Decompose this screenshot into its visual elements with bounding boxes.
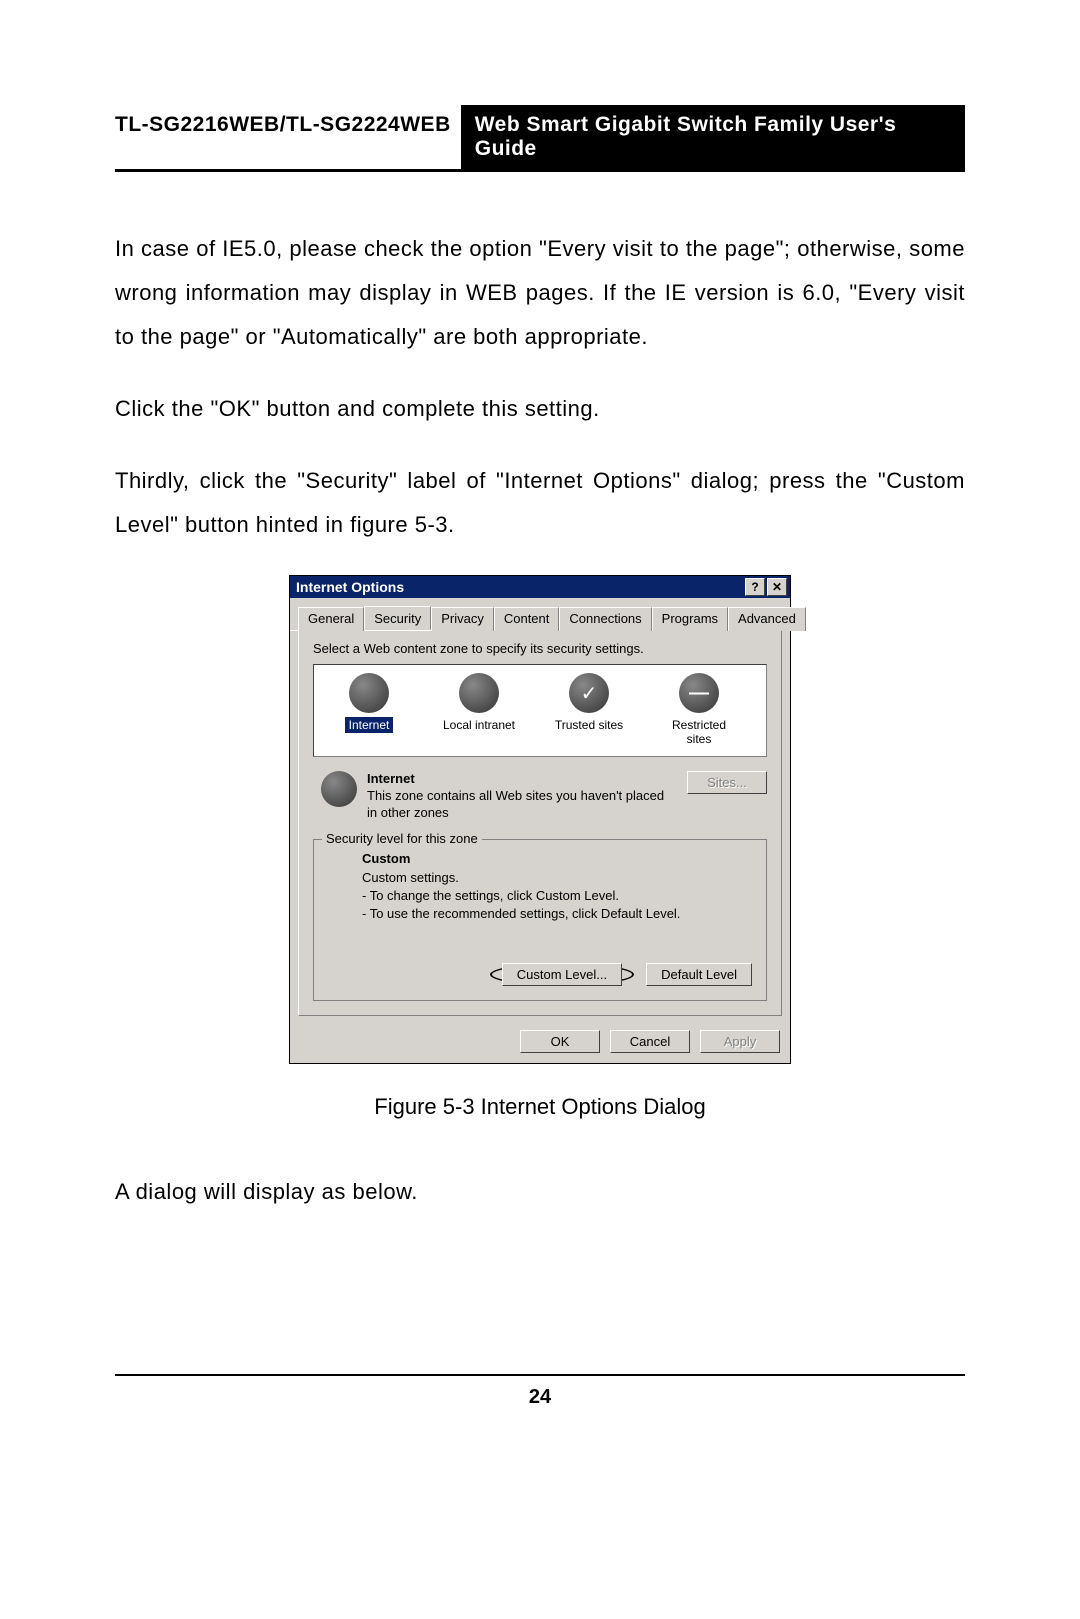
page-number: 24 [115, 1386, 965, 1409]
custom-level-button[interactable]: Custom Level... [502, 963, 622, 986]
zone-trusted-label: Trusted sites [551, 717, 627, 733]
ok-button[interactable]: OK [520, 1030, 600, 1053]
level-button-row: Custom Level... Default Level [328, 963, 752, 986]
tab-security[interactable]: Security [364, 606, 431, 630]
zone-internet[interactable]: Internet [324, 673, 414, 748]
close-button[interactable]: ✕ [767, 578, 787, 596]
minus-icon [679, 673, 719, 713]
apply-button[interactable]: Apply [700, 1030, 780, 1053]
tab-advanced[interactable]: Advanced [728, 607, 806, 631]
dialog-title: Internet Options [296, 579, 404, 595]
tab-privacy[interactable]: Privacy [431, 607, 494, 631]
custom-level-highlight: Custom Level... [490, 963, 634, 986]
zone-internet-label: Internet [345, 717, 394, 733]
zone-trusted-sites[interactable]: Trusted sites [544, 673, 634, 748]
page-header: TL-SG2216WEB/TL-SG2224WEB Web Smart Giga… [115, 105, 965, 172]
figure-caption: Figure 5-3 Internet Options Dialog [115, 1094, 965, 1120]
dialog-titlebar: Internet Options ? ✕ [290, 576, 790, 598]
footer-rule [115, 1374, 965, 1376]
globe-icon [459, 673, 499, 713]
sites-button[interactable]: Sites... [687, 771, 767, 794]
zone-local-intranet[interactable]: Local intranet [434, 673, 524, 748]
dialog-button-row: OK Cancel Apply [290, 1024, 790, 1063]
cancel-button[interactable]: Cancel [610, 1030, 690, 1053]
fieldset-legend: Security level for this zone [322, 831, 482, 846]
custom-settings-block: Custom Custom settings. - To change the … [362, 850, 752, 923]
zone-restricted-sites[interactable]: Restricted sites [654, 673, 744, 748]
header-title: Web Smart Gigabit Switch Family User's G… [461, 105, 965, 169]
zone-restricted-label: Restricted sites [654, 717, 744, 748]
paragraph-1: In case of IE5.0, please check the optio… [115, 227, 965, 359]
custom-title: Custom [362, 851, 410, 866]
figure-wrapper: Internet Options ? ✕ General Security Pr… [115, 575, 965, 1064]
help-button[interactable]: ? [745, 578, 765, 596]
custom-subtitle: Custom settings. [362, 870, 459, 885]
tab-general[interactable]: General [298, 607, 364, 631]
security-panel: Select a Web content zone to specify its… [298, 631, 782, 1016]
zone-list: Internet Local intranet Trusted sites Re… [313, 664, 767, 757]
zone-description-row: Internet This zone contains all Web site… [313, 771, 767, 822]
sites-button-wrap: Sites... [687, 771, 767, 794]
internet-options-dialog: Internet Options ? ✕ General Security Pr… [289, 575, 791, 1064]
tab-strip: General Security Privacy Content Connect… [290, 598, 790, 631]
zone-description: Internet This zone contains all Web site… [367, 771, 677, 822]
security-level-fieldset: Security level for this zone Custom Cust… [313, 839, 767, 1001]
header-model: TL-SG2216WEB/TL-SG2224WEB [115, 105, 461, 169]
tab-content[interactable]: Content [494, 607, 560, 631]
zone-name: Internet [367, 771, 415, 786]
tab-programs[interactable]: Programs [652, 607, 728, 631]
custom-line-2: - To use the recommended settings, click… [362, 906, 680, 921]
globe-icon [349, 673, 389, 713]
globe-icon [321, 771, 357, 807]
document-page: TL-SG2216WEB/TL-SG2224WEB Web Smart Giga… [0, 0, 1080, 1469]
paragraph-4: A dialog will display as below. [115, 1170, 965, 1214]
zone-desc-text: This zone contains all Web sites you hav… [367, 788, 664, 820]
paragraph-2: Click the "OK" button and complete this … [115, 387, 965, 431]
custom-line-1: - To change the settings, click Custom L… [362, 888, 619, 903]
zone-instruction: Select a Web content zone to specify its… [313, 641, 767, 656]
default-level-button[interactable]: Default Level [646, 963, 752, 986]
zone-local-label: Local intranet [439, 717, 519, 733]
tab-connections[interactable]: Connections [559, 607, 651, 631]
paragraph-3: Thirdly, click the "Security" label of "… [115, 459, 965, 547]
checkmark-icon [569, 673, 609, 713]
